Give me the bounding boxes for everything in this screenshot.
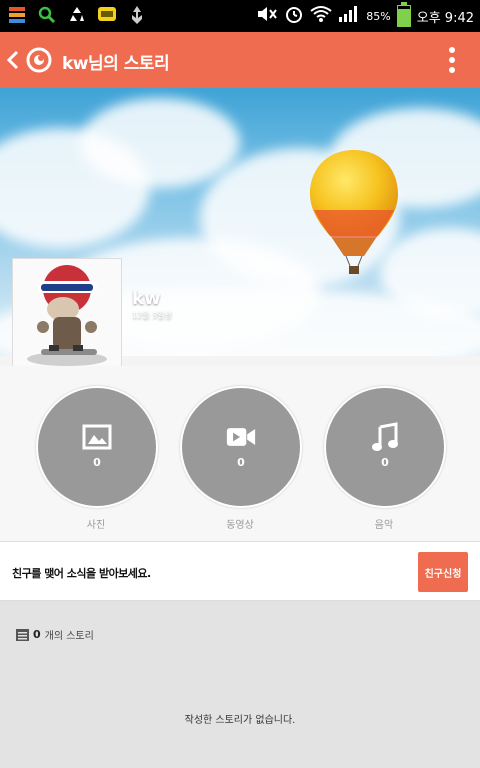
photos-button[interactable]: 0 (36, 386, 158, 508)
videos-label: 동영상 (226, 520, 254, 531)
story-count: 0 개의 스토리 (16, 627, 94, 642)
status-bar: 85% 오후 9:42 (0, 0, 480, 32)
photos-label: 사진 (86, 520, 106, 531)
profile-birthday: 12월 3일생 (132, 311, 172, 320)
talk-icon (96, 4, 118, 26)
avatar[interactable] (12, 258, 122, 366)
photos-item[interactable]: 0 사진 (36, 386, 158, 531)
alarm-icon (284, 4, 304, 28)
story-count-label: 개의 스토리 (44, 631, 94, 642)
more-options-icon[interactable] (442, 46, 462, 74)
search-icon (36, 4, 58, 26)
music-icon (372, 422, 398, 451)
empty-state-message: 작성한 스토리가 없습니다. (184, 715, 296, 726)
music-label: 음악 (374, 520, 394, 531)
battery-percent: 85% (366, 9, 391, 23)
friend-request-button[interactable]: 친구신청 (418, 552, 468, 592)
usb-icon (126, 4, 148, 26)
music-item[interactable]: 0 음악 (324, 386, 446, 531)
photos-count: 0 (93, 456, 101, 469)
music-button[interactable]: 0 (324, 386, 446, 508)
media-section: 0 사진 0 동영상 0 음악 (0, 366, 480, 541)
wifi-icon (310, 5, 332, 27)
clock: 오후 9:42 (416, 10, 474, 26)
avatar-character-image (13, 259, 121, 366)
page-title: kw님의 스토리 (62, 54, 170, 74)
videos-item[interactable]: 0 동영상 (180, 386, 302, 531)
cover-image: kw 12월 3일생 (0, 88, 480, 366)
signal-icon (338, 5, 360, 27)
profile-name: kw (132, 288, 161, 309)
mute-icon (256, 5, 278, 27)
battery-icon (396, 2, 411, 27)
video-icon (226, 428, 256, 446)
list-icon (16, 628, 29, 641)
hot-air-balloon-image (310, 150, 398, 274)
back-icon[interactable] (4, 48, 22, 72)
videos-count: 0 (237, 456, 245, 469)
videos-button[interactable]: 0 (180, 386, 302, 508)
story-logo-icon[interactable] (26, 47, 52, 73)
friend-message: 친구를 맺어 소식을 받아보세요. (12, 567, 151, 580)
recycle-icon (66, 4, 88, 26)
friend-request-bar: 친구를 맺어 소식을 받아보세요. 친구신청 (0, 541, 480, 601)
music-count: 0 (381, 456, 389, 469)
app-bar: kw님의 스토리 (0, 32, 480, 88)
story-list: 0 개의 스토리 작성한 스토리가 없습니다. (0, 601, 480, 768)
story-count-number: 0 (33, 628, 41, 641)
app-stack-icon (6, 4, 28, 26)
image-icon (82, 424, 112, 450)
